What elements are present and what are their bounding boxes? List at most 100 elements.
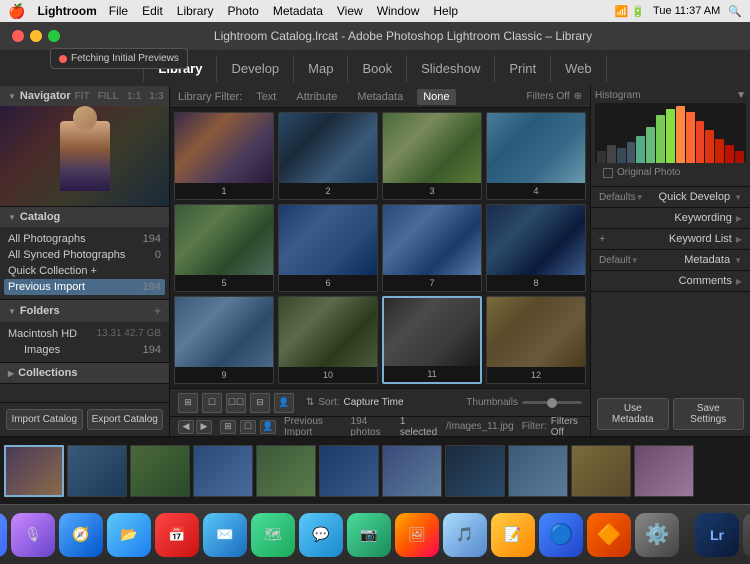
metadata-option[interactable]: Default ▼ Metadata ▼ [591,250,750,271]
film-thumb-8[interactable] [445,445,505,497]
dock-app3-icon[interactable]: 🔵 [539,513,583,557]
dock-facetime-icon[interactable]: 📷 [347,513,391,557]
dock-music-icon[interactable]: 🎵 [443,513,487,557]
catalog-quick-collection[interactable]: Quick Collection + [8,263,161,279]
filter-attribute[interactable]: Attribute [290,89,343,105]
apple-menu[interactable]: 🍎 [8,3,25,20]
grid-cell-8[interactable]: 8 [486,204,586,292]
menu-photo[interactable]: Photo [227,4,258,18]
menu-help[interactable]: Help [433,4,458,18]
dock-app4-icon[interactable]: 🔶 [587,513,631,557]
catalog-header[interactable]: ▼ Catalog [0,207,169,227]
maximize-button[interactable] [48,30,60,42]
film-thumb-4[interactable] [193,445,253,497]
view-grid-button[interactable]: ⊞ [178,393,198,413]
film-thumb-7[interactable] [382,445,442,497]
grid-cell-2[interactable]: 2 [278,112,378,200]
view-people-button[interactable]: 👤 [274,393,294,413]
sort-value[interactable]: Capture Time [344,397,404,408]
film-thumb-5[interactable] [256,445,316,497]
menu-library[interactable]: Library [177,4,214,18]
dock-settings-icon[interactable]: ⚙️ [635,513,679,557]
status-next-button[interactable]: ▶ [196,420,212,434]
filter-metadata[interactable]: Metadata [351,89,409,105]
status-people-view[interactable]: 👤 [260,420,276,434]
grid-cell-7[interactable]: 7 [382,204,482,292]
folders-header[interactable]: ▼ Folders + [0,300,169,322]
dock-photos-icon[interactable]: 🖼 [395,513,439,557]
dock-siri-icon[interactable]: 🎙 [11,513,55,557]
menu-view[interactable]: View [337,4,363,18]
status-prev-button[interactable]: ◀ [178,420,194,434]
film-thumb-1[interactable] [4,445,64,497]
comments-option[interactable]: Comments ▶ [591,271,750,292]
keywording-option[interactable]: Keywording ▶ [591,208,750,229]
view-compare-button[interactable]: ☐☐ [226,393,246,413]
collections-header[interactable]: ▶ Collections [0,363,169,383]
view-survey-button[interactable]: ⊟ [250,393,270,413]
catalog-synced[interactable]: All Synced Photographs 0 [8,247,161,263]
tab-develop[interactable]: Develop [217,55,294,82]
dock-calendar-icon[interactable]: 📅 [155,513,199,557]
navigator-zoom-1-1[interactable]: 1:1 [127,91,141,102]
grid-cell-12[interactable]: 12 [486,296,586,384]
metadata-dropdown[interactable]: Default [599,255,631,266]
dock-apple-icon[interactable]: 🍎 [0,513,7,557]
menu-window[interactable]: Window [377,4,420,18]
dock-notes-icon[interactable]: 📝 [491,513,535,557]
grid-cell-10[interactable]: 10 [278,296,378,384]
menu-edit[interactable]: Edit [142,4,163,18]
navigator-header[interactable]: ▼ Navigator FIT FILL 1:1 1:3 [0,86,169,106]
dock-finder-icon[interactable]: 📂 [107,513,151,557]
tab-print[interactable]: Print [495,55,551,82]
dock-mail-icon[interactable]: ✉️ [203,513,247,557]
menu-metadata[interactable]: Metadata [273,4,323,18]
grid-cell-4[interactable]: 4 [486,112,586,200]
filter-none[interactable]: None [417,89,455,105]
export-catalog-button[interactable]: Export Catalog [87,409,164,430]
status-grid-view[interactable]: ⊞ [220,420,236,434]
notification-close[interactable] [59,55,67,63]
thumbnail-size-slider[interactable] [522,401,582,404]
film-thumb-2[interactable] [67,445,127,497]
grid-cell-5[interactable]: 5 [174,204,274,292]
catalog-all-photos[interactable]: All Photographs 194 [8,231,161,247]
view-loupe-button[interactable]: ☐ [202,393,222,413]
grid-cell-9[interactable]: 9 [174,296,274,384]
film-thumb-11[interactable] [634,445,694,497]
use-metadata-button[interactable]: Use Metadata [597,398,669,430]
quick-develop-dropdown[interactable]: Defaults [599,192,636,203]
save-settings-button[interactable]: Save Settings [673,398,745,430]
dock-messages-icon[interactable]: 💬 [299,513,343,557]
grid-cell-11[interactable]: 11 [382,296,482,384]
grid-cell-1[interactable]: 1 [174,112,274,200]
tab-web[interactable]: Web [551,55,607,82]
navigator-zoom-fill[interactable]: FILL [98,91,119,102]
import-catalog-button[interactable]: Import Catalog [6,409,83,430]
dock-safari-icon[interactable]: 🧭 [59,513,103,557]
spotlight-icon[interactable]: 🔍 [728,5,742,18]
folder-images[interactable]: Images 194 [8,342,161,358]
dock-lightroom-icon[interactable]: Lr [695,513,739,557]
app-name[interactable]: Lightroom [37,4,96,18]
tab-map[interactable]: Map [294,55,348,82]
grid-cell-3[interactable]: 3 [382,112,482,200]
original-photo-checkbox[interactable] [603,168,613,178]
navigator-zoom-1-3[interactable]: 1:3 [149,91,163,102]
dock-trash-icon[interactable]: 🗑 [743,513,750,557]
catalog-previous-import[interactable]: Previous Import 194 [4,279,165,295]
dock-maps-icon[interactable]: 🗺 [251,513,295,557]
keyword-list-option[interactable]: + Keyword List ▶ [591,229,750,250]
tab-slideshow[interactable]: Slideshow [407,55,495,82]
film-thumb-6[interactable] [319,445,379,497]
film-thumb-3[interactable] [130,445,190,497]
minimize-button[interactable] [30,30,42,42]
tab-book[interactable]: Book [348,55,407,82]
navigator-zoom-fit[interactable]: FIT [75,91,90,102]
grid-cell-6[interactable]: 6 [278,204,378,292]
keyword-plus[interactable]: + [599,233,605,245]
film-thumb-9[interactable] [508,445,568,497]
filter-text[interactable]: Text [250,89,282,105]
film-thumb-10[interactable] [571,445,631,497]
close-button[interactable] [12,30,24,42]
